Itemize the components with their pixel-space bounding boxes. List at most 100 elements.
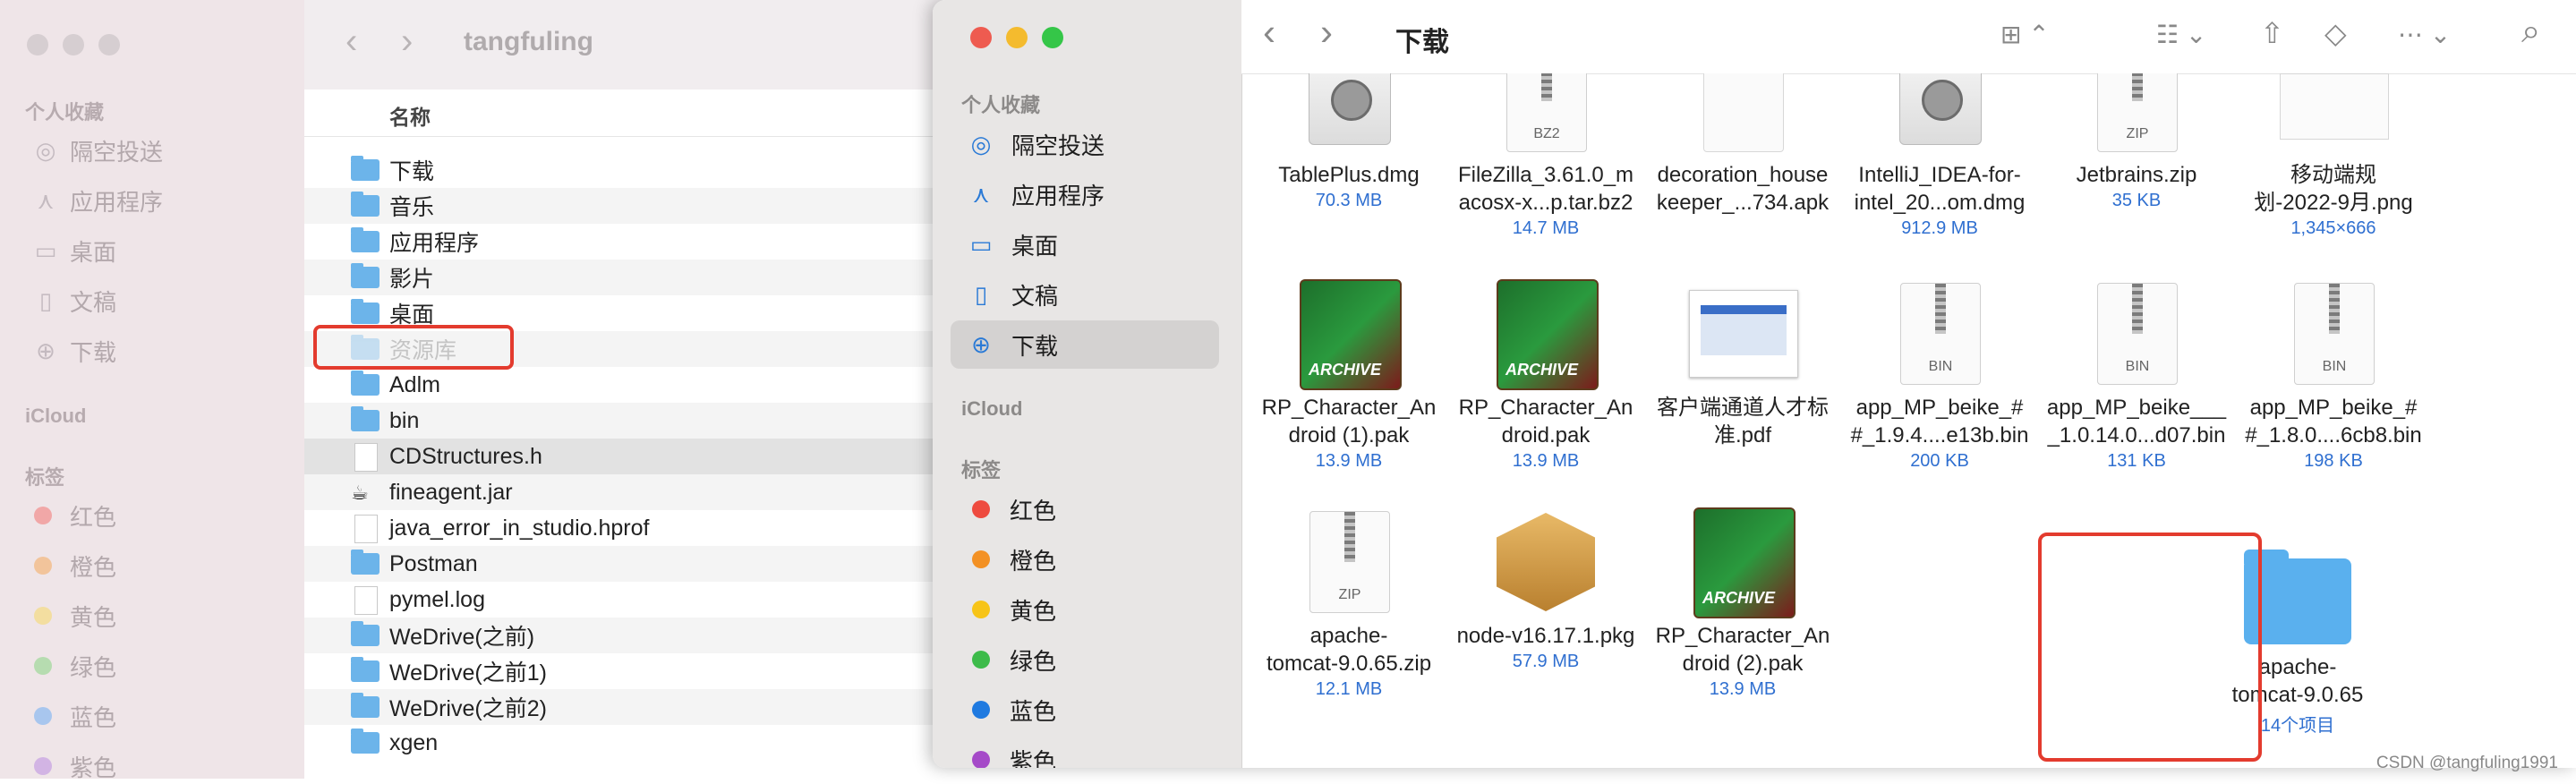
close-button[interactable] <box>970 27 992 48</box>
sidebar-tag[interactable]: 蓝色 <box>27 698 116 734</box>
file-size: 131 KB <box>2107 451 2166 471</box>
tag-color-dot <box>972 701 990 719</box>
share-icon[interactable]: ⇧ <box>2260 16 2284 50</box>
sidebar-tag[interactable]: 橙色 <box>27 548 116 584</box>
sidebar-tag[interactable]: 黄色 <box>951 585 1219 634</box>
file-item[interactable]: ZIP apache- tomcat-9.0.65.zip 12.1 MB <box>1250 507 1447 700</box>
list-item[interactable]: Postman <box>304 546 949 582</box>
file-item[interactable]: 移动端规 划-2022-9月.png 1,345×666 <box>2235 73 2432 239</box>
file-item[interactable]: BZ2 FileZilla_3.61.0_m acosx-x...p.tar.bz… <box>1447 73 1644 239</box>
list-item[interactable]: 影片 <box>304 260 949 295</box>
sidebar-item-label: 下载 <box>1011 332 1059 360</box>
sidebar-tag-label: 红色 <box>70 503 117 531</box>
list-item[interactable]: bin <box>304 403 949 439</box>
sidebar-icloud-header: iCloud <box>25 405 87 427</box>
file-name: 影片 <box>389 267 435 292</box>
file-item[interactable]: BIN app_MP_beike___ _1.0.14.0...d07.bin 13… <box>2038 279 2235 472</box>
sidebar-item[interactable]: ◎ 隔空投送 <box>30 132 163 168</box>
view-mode-icon[interactable]: ⊞ ⌃ <box>2000 20 2050 49</box>
sidebar-tag[interactable]: 绿色 <box>27 648 116 684</box>
list-item[interactable]: xgen <box>304 725 949 761</box>
file-size: 13.9 MB <box>1512 451 1580 471</box>
file-item[interactable]: decoration_house keeper_...734.apk <box>1644 73 1841 218</box>
sidebar-tag[interactable]: 紫色 <box>951 736 1219 768</box>
sidebar-tag[interactable]: 红色 <box>27 498 116 533</box>
list-item[interactable]: 音乐 <box>304 188 949 224</box>
list-item[interactable]: java_error_in_studio.hprof <box>304 510 949 546</box>
sidebar-item[interactable]: ◎ 隔空投送 <box>951 120 1219 168</box>
sidebar-item[interactable]: ⋏ 应用程序 <box>951 170 1219 218</box>
file-item[interactable]: BIN app_MP_beike_# #_1.8.0....6cb8.bin 198… <box>2235 279 2432 472</box>
sidebar-tag[interactable]: 红色 <box>951 485 1219 533</box>
back-toolbar: ‹ › <box>304 0 949 90</box>
column-header-name[interactable]: 名称 <box>304 89 949 137</box>
sidebar-item[interactable]: ▯ 文稿 <box>30 283 116 319</box>
file-item[interactable]: 客户端通道人才标 准.pdf <box>1644 279 1841 451</box>
file-item[interactable]: TablePlus.dmg 70.3 MB <box>1250 73 1447 211</box>
file-type-badge: BIN <box>2125 359 2150 374</box>
minimize-button[interactable] <box>63 34 84 55</box>
window-title: 下载 <box>1395 28 1449 57</box>
back-nav-icon[interactable]: ‹ <box>345 21 357 62</box>
file-item[interactable]: IntelliJ_IDEA-for- intel_20...om.dmg 912.… <box>1841 73 2038 239</box>
list-item[interactable]: 下载 <box>304 152 949 188</box>
sidebar-tag[interactable]: 紫色 <box>27 748 116 784</box>
group-icon[interactable]: ☷ ⌄ <box>2156 20 2206 49</box>
sidebar-tag-label: 绿色 <box>1010 647 1057 675</box>
sidebar-item[interactable]: ⊕ 下载 <box>951 320 1219 369</box>
close-button[interactable] <box>27 34 48 55</box>
tag-icon[interactable]: ◇ <box>2324 16 2347 50</box>
sidebar-item-label: 下载 <box>70 338 117 366</box>
archive-app-icon: ARCHIVE <box>1497 279 1599 390</box>
sidebar-tag[interactable]: 绿色 <box>951 635 1219 684</box>
file-name: TablePlus.dmg <box>1278 163 1420 187</box>
list-item[interactable]: WeDrive(之前) <box>304 618 949 653</box>
file-item[interactable]: ARCHIVE RP_Character_An droid (1).pak 13.9… <box>1250 279 1447 472</box>
file-item[interactable]: ARCHIVE RP_Character_An droid (2).pak 13.9… <box>1644 507 1841 700</box>
list-item[interactable]: ☕ fineagent.jar <box>304 474 949 510</box>
list-item[interactable]: Adlm <box>304 367 949 403</box>
file-item[interactable]: ZIP Jetbrains.zip 35 KB <box>2038 73 2235 211</box>
back-nav-icon[interactable]: ‹ <box>1263 11 1275 54</box>
list-item[interactable]: CDStructures.h <box>304 439 949 474</box>
list-item[interactable]: pymel.log <box>304 582 949 618</box>
forward-nav-icon[interactable]: › <box>1320 11 1333 54</box>
sidebar-tag-label: 蓝色 <box>70 703 117 731</box>
sidebar-item[interactable]: ▯ 文稿 <box>951 270 1219 319</box>
file-name: 音乐 <box>389 195 435 220</box>
zoom-button[interactable] <box>98 34 120 55</box>
list-item[interactable]: 应用程序 <box>304 224 949 260</box>
zoom-button[interactable] <box>1042 27 1063 48</box>
list-item[interactable]: WeDrive(之前1) <box>304 653 949 689</box>
sidebar-item[interactable]: ▭ 桌面 <box>951 220 1219 268</box>
document-icon: ▯ <box>38 286 53 314</box>
list-item[interactable]: WeDrive(之前2) <box>304 689 949 725</box>
sidebar-item[interactable]: ▭ 桌面 <box>30 233 116 268</box>
more-actions-icon[interactable]: ⋯ ⌄ <box>2398 20 2451 49</box>
search-icon[interactable]: ⌕ <box>2521 13 2540 51</box>
airdrop-icon: ◎ <box>35 136 56 164</box>
sidebar-item[interactable]: ⋏ 应用程序 <box>30 183 163 218</box>
file-item[interactable]: ARCHIVE RP_Character_An droid.pak 13.9 MB <box>1447 279 1644 472</box>
forward-nav-icon[interactable]: › <box>401 21 413 62</box>
folder-icon <box>351 621 380 646</box>
minimize-button[interactable] <box>1006 27 1028 48</box>
file-type-badge: ZIP <box>2126 126 2149 141</box>
file-name: java_error_in_studio.hprof <box>389 515 650 541</box>
sidebar-item[interactable]: ⊕ 下载 <box>30 333 116 369</box>
file-item[interactable]: BIN app_MP_beike_# #_1.9.4....e13b.bin 200… <box>1841 279 2038 472</box>
file-name: 应用程序 <box>389 231 480 256</box>
disk-image-icon <box>1309 73 1391 145</box>
file-name: app_MP_beike___ _1.0.14.0...d07.bin <box>2046 396 2227 447</box>
file-grid: TablePlus.dmg 70.3 MB BZ2 FileZilla_3.61.0_… <box>1241 73 2576 768</box>
desktop-icon: ▭ <box>34 236 57 264</box>
file-name: Jetbrains.zip <box>2076 163 2197 187</box>
sidebar-tag[interactable]: 橙色 <box>951 535 1219 584</box>
sidebar-tag[interactable]: 黄色 <box>27 598 116 634</box>
archive-icon-label: ARCHIVE <box>1702 589 1776 607</box>
file-item[interactable]: node-v16.17.1.pkg 57.9 MB <box>1447 507 1644 672</box>
sidebar-tag[interactable]: 蓝色 <box>951 686 1219 734</box>
document-icon <box>1703 73 1784 152</box>
back-finder-window: 个人收藏 ◎ 隔空投送 ⋏ 应用程序 ▭ 桌面 ▯ 文稿 ⊕ 下载 iCloud 标签 红色 橙色黄… <box>0 0 949 781</box>
sidebar-item-label: 隔空投送 <box>70 138 164 166</box>
